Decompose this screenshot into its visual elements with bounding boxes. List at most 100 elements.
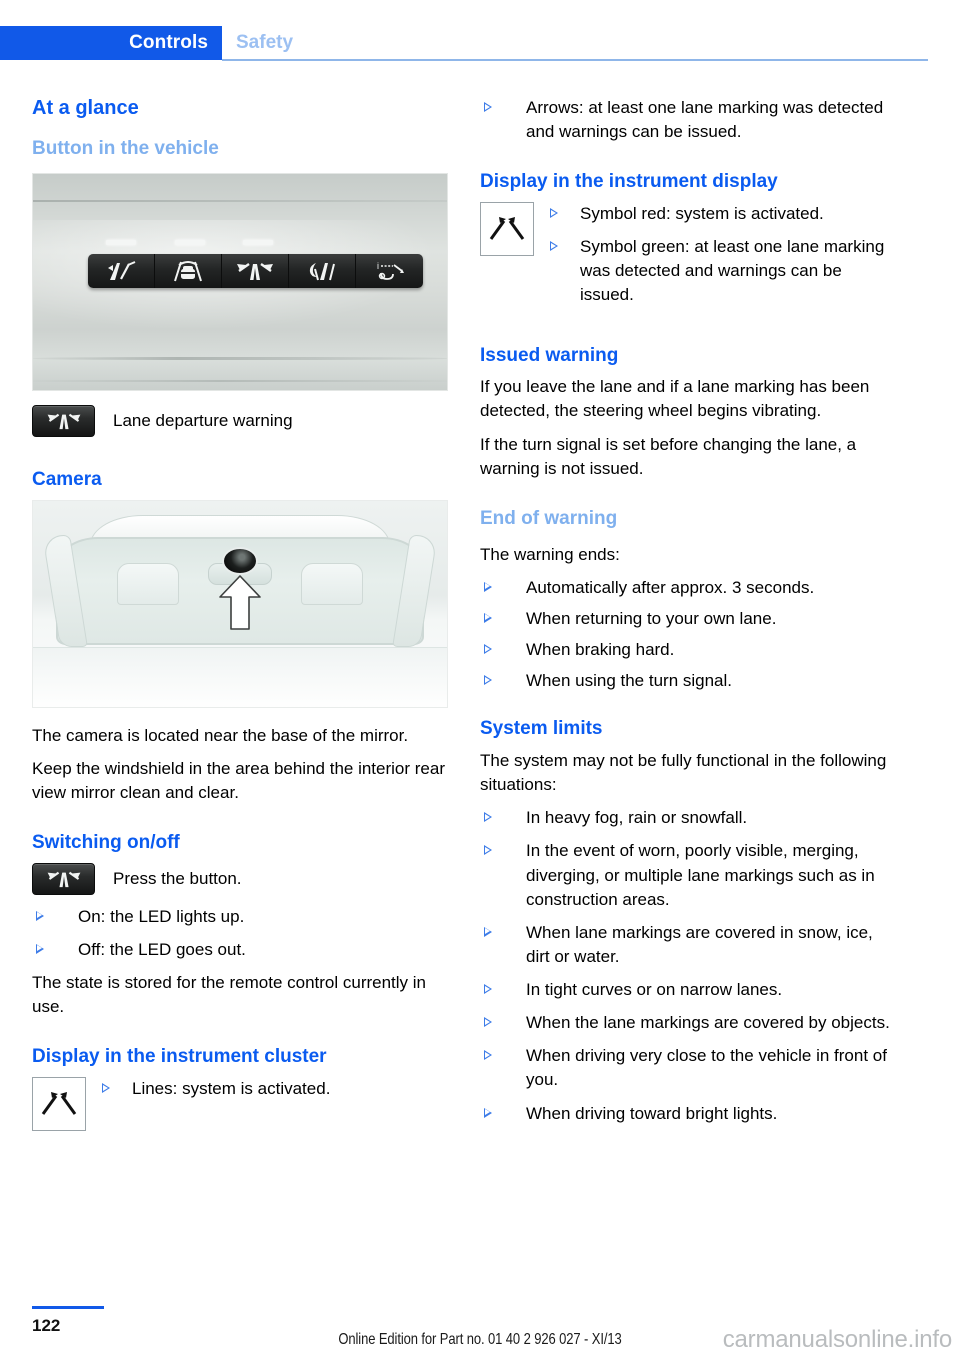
list-item-text: When braking hard.	[526, 640, 675, 660]
list-item-text: When driving very close to the vehicle i…	[526, 1046, 887, 1090]
bullet-triangle-icon	[484, 644, 492, 655]
display-bullets-wrap: Symbol red: system is activated. Symbol …	[534, 202, 900, 317]
lane-change-warning-button[interactable]	[88, 253, 155, 288]
head-up-display-button[interactable]: i	[356, 253, 423, 288]
bullet-triangle-icon	[484, 984, 492, 995]
night-vision-icon	[309, 262, 335, 281]
lane-departure-arrows-symbol-icon	[480, 202, 534, 257]
list-item-text: Off: the LED goes out.	[78, 939, 246, 959]
lane-departure-warning-glyph-2	[47, 871, 80, 887]
footer-divider	[32, 1306, 104, 1309]
led-indicator-1	[106, 239, 136, 245]
press-the-button-row: Press the button.	[32, 862, 452, 895]
bullet-triangle-icon	[550, 241, 558, 252]
list-item-text: Symbol green: at least one lane marking …	[580, 237, 885, 305]
vehicle-hood	[33, 646, 447, 707]
dashboard-lower-seam	[33, 356, 447, 360]
list-item: When lane markings are covered in snow, …	[480, 921, 900, 969]
heading-issued-warning: Issued warning	[480, 344, 619, 366]
lane-departure-caption-row: Lane departure warning	[32, 404, 452, 437]
list-item: In tight curves or on narrow lanes.	[480, 978, 900, 1002]
cluster-bullets: Lines: system is activated.	[98, 1077, 452, 1101]
list-item: When driving very close to the vehicle i…	[480, 1044, 900, 1092]
dashboard-seam	[33, 199, 447, 202]
bullet-triangle-icon	[484, 612, 492, 623]
page-title: At a glance	[32, 97, 139, 119]
active-cruise-control-button[interactable]	[155, 253, 222, 288]
list-item: Lines: system is activated.	[98, 1077, 452, 1101]
manual-page: Controls Safety At a glance Button in th…	[0, 0, 960, 1362]
bullet-triangle-icon	[36, 943, 44, 954]
system-limits-intro: The system may not be fully functional i…	[480, 751, 887, 795]
issued-warning-paragraph-2: If the turn signal is set before changin…	[480, 434, 857, 478]
heading-system-limits: System limits	[480, 718, 603, 740]
list-item: When the lane markings are covered by ob…	[480, 1011, 900, 1035]
list-item-text: In tight curves or on narrow lanes.	[526, 980, 783, 1000]
lane-departure-warning-button[interactable]	[222, 253, 289, 288]
heading-display-instrument-display: Display in the instrument display	[480, 171, 778, 193]
dashboard-lower-seam-2	[33, 379, 447, 382]
list-item-text: When the lane markings are covered by ob…	[526, 1013, 890, 1033]
right-column: Arrows: at least one lane marking was de…	[480, 96, 900, 1135]
lane-departure-lines-symbol-icon	[32, 1077, 86, 1132]
figure-camera-location	[32, 499, 448, 708]
list-item-text: Arrows: at least one lane marking was de…	[526, 98, 884, 142]
bullet-triangle-icon	[484, 812, 492, 823]
list-item: On: the LED lights up.	[32, 905, 452, 929]
list-item: Automatically after approx. 3 seconds.	[480, 576, 900, 600]
header-divider	[222, 59, 928, 61]
end-of-warning-intro: The warning ends:	[480, 544, 620, 564]
list-item: In heavy fog, rain or snowfall.	[480, 806, 900, 830]
camera-paragraph-1: The camera is located near the base of t…	[32, 725, 409, 745]
lane-departure-caption-text: Lane departure warning	[113, 410, 293, 430]
list-item-text: When returning to your own lane.	[526, 608, 777, 628]
bullet-triangle-icon	[36, 910, 44, 921]
bullet-triangle-icon	[484, 1050, 492, 1061]
bullet-triangle-icon	[484, 1107, 492, 1118]
tab-safety[interactable]: Safety	[236, 26, 293, 60]
page-header: Controls Safety	[0, 26, 960, 60]
list-item: Off: the LED goes out.	[32, 938, 452, 962]
lane-departure-warning-glyph	[47, 413, 80, 429]
list-item: When using the turn signal.	[480, 669, 900, 693]
figure-button-panel: i	[32, 172, 448, 391]
list-item-text: Symbol red: system is activated.	[580, 204, 824, 224]
tab-controls[interactable]: Controls	[0, 26, 222, 60]
list-item: Symbol green: at least one lane marking …	[546, 235, 900, 307]
list-item-text: In heavy fog, rain or snowfall.	[526, 808, 748, 828]
car-distance-icon	[174, 260, 202, 282]
arrows-bullets: Arrows: at least one lane marking was de…	[480, 96, 900, 144]
led-indicator-3	[243, 239, 273, 245]
watermark-text: carmanualsonline.info	[722, 1326, 952, 1353]
list-item: Symbol red: system is activated.	[546, 202, 900, 226]
lane-lines-glyph	[41, 1092, 77, 1115]
heading-switching-on-off: Switching on/off	[32, 831, 180, 853]
headrest-right	[301, 562, 363, 605]
left-column: At a glance Button in the vehicle i Lane…	[32, 96, 452, 1141]
list-item-text: When driving toward bright lights.	[526, 1103, 778, 1123]
system-limits-bullets: In heavy fog, rain or snowfall. In the e…	[480, 806, 900, 1125]
bullet-triangle-icon	[484, 845, 492, 856]
list-item: In the event of worn, poorly visible, me…	[480, 839, 900, 911]
list-item: Arrows: at least one lane marking was de…	[480, 96, 900, 144]
bullet-triangle-icon	[102, 1083, 110, 1094]
display-bullets: Symbol red: system is activated. Symbol …	[546, 202, 900, 308]
cluster-symbol-row: Lines: system is activated.	[32, 1077, 452, 1132]
night-vision-button[interactable]	[289, 253, 356, 288]
press-the-button-text: Press the button.	[113, 868, 242, 888]
switching-paragraph: The state is stored for the remote contr…	[32, 973, 427, 1017]
bullet-triangle-icon	[484, 102, 492, 112]
button-strip[interactable]: i	[88, 253, 423, 288]
heading-end-of-warning: End of warning	[480, 507, 618, 529]
switching-bullets: On: the LED lights up. Off: the LED goes…	[32, 905, 452, 962]
bullet-triangle-icon	[484, 1017, 492, 1028]
heading-button-in-the-vehicle: Button in the vehicle	[32, 138, 219, 159]
cluster-bullets-wrap: Lines: system is activated.	[86, 1077, 452, 1110]
svg-text:i: i	[377, 261, 379, 271]
lane-departure-warning-button-icon	[32, 404, 95, 437]
list-item-text: When using the turn signal.	[526, 671, 733, 691]
lane-arrows-glyph	[489, 217, 525, 240]
list-item-text: On: the LED lights up.	[78, 906, 245, 926]
pointer-arrow-icon	[219, 574, 261, 630]
lane-departure-warning-icon	[237, 262, 273, 280]
